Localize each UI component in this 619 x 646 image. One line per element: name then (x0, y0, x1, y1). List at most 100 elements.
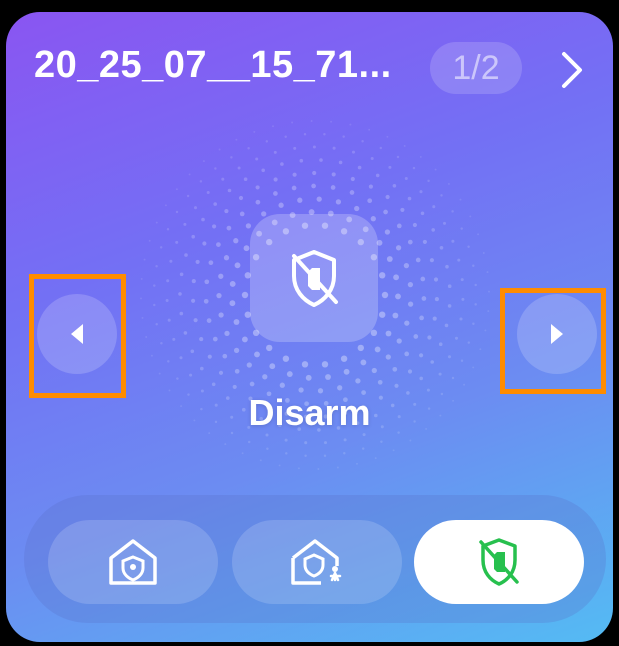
decor-dot (368, 128, 371, 131)
decor-dot (439, 246, 444, 250)
decor-dot (269, 363, 276, 370)
decor-dot (272, 125, 274, 128)
decor-dot (338, 160, 343, 165)
decor-dot (427, 179, 430, 183)
decor-dot (323, 441, 328, 445)
decor-dot (172, 337, 176, 341)
decor-dot (145, 336, 148, 338)
decor-dot (357, 344, 364, 352)
decor-dot (486, 271, 489, 274)
decor-dot (284, 438, 288, 442)
decor-dot (243, 177, 248, 181)
decor-dot (193, 318, 198, 323)
arm-stay-button[interactable] (232, 520, 402, 604)
decor-dot (421, 296, 427, 301)
decor-dot (337, 385, 343, 391)
decor-dot (218, 148, 221, 151)
decor-dot (241, 291, 249, 299)
decor-dot (379, 146, 383, 150)
decor-dot (310, 120, 313, 122)
decor-dot (239, 211, 245, 217)
decor-dot (379, 311, 386, 318)
decor-dot (216, 242, 221, 247)
chevron-right-icon[interactable] (556, 50, 586, 90)
decor-dot (229, 280, 236, 287)
decor-dot (284, 135, 287, 138)
highlight-box-left (29, 274, 126, 398)
decor-dot (297, 197, 303, 203)
decor-dot (438, 342, 443, 346)
decor-dot (460, 359, 464, 363)
decor-dot (188, 173, 191, 176)
decor-dot (474, 283, 477, 287)
decor-dot (477, 233, 480, 236)
decor-dot (381, 291, 389, 299)
decor-dot (255, 185, 260, 190)
arm-away-button[interactable] (48, 520, 218, 604)
disarm-button[interactable] (414, 520, 584, 604)
decor-dot (419, 190, 423, 194)
decor-dot (169, 259, 173, 263)
decor-dot (323, 133, 326, 136)
decor-dot (370, 329, 378, 336)
decor-dot (447, 182, 450, 185)
decor-dot (150, 354, 153, 357)
decor-dot (301, 361, 309, 368)
decor-dot (396, 338, 402, 344)
decor-dot (392, 366, 398, 372)
decor-dot (202, 241, 207, 246)
decor-dot (224, 443, 227, 446)
decor-dot (167, 360, 170, 363)
decor-dot (273, 150, 277, 154)
decor-dot (321, 361, 329, 368)
decor-dot (467, 245, 470, 249)
decor-dot (286, 371, 293, 378)
decor-dot (403, 262, 410, 269)
current-mode-tile (250, 214, 378, 342)
decor-dot (224, 330, 230, 337)
decor-dot (380, 440, 383, 443)
decor-dot (427, 335, 432, 340)
decor-dot (415, 257, 421, 263)
decor-dot (460, 278, 464, 282)
decor-dot (227, 188, 232, 193)
decor-dot (412, 222, 417, 228)
decor-dot (237, 166, 241, 170)
decor-dot (349, 190, 355, 195)
decor-dot (280, 162, 284, 166)
decor-dot (412, 166, 416, 170)
decor-dot (330, 185, 336, 190)
decor-dot (433, 277, 439, 282)
decor-dot (392, 184, 397, 188)
decor-dot (434, 168, 437, 171)
decor-dot (273, 191, 278, 196)
decor-dot (467, 341, 471, 344)
decor-dot (224, 209, 229, 214)
decor-dot (351, 150, 356, 154)
decor-dot (253, 130, 256, 133)
decor-dot (164, 204, 167, 207)
decor-dot (434, 297, 439, 302)
decor-dot (291, 185, 297, 191)
decor-dot (355, 378, 361, 384)
decor-dot (183, 331, 188, 335)
decor-dot (316, 196, 322, 202)
decor-dot (175, 210, 179, 214)
decor-dot (202, 160, 205, 163)
decor-dot (469, 215, 472, 218)
decor-dot (235, 138, 238, 141)
decor-dot (155, 265, 158, 268)
decor-dot (178, 292, 182, 296)
decor-dot (155, 323, 158, 326)
decor-dot (384, 229, 391, 235)
decor-dot (385, 354, 391, 360)
decor-dot (385, 330, 392, 337)
decor-dot (444, 323, 449, 328)
decor-dot (279, 382, 285, 388)
decor-dot (211, 382, 216, 387)
decor-dot (255, 199, 261, 205)
decor-dot (233, 238, 239, 244)
decor-dot (200, 366, 204, 371)
decor-dot (218, 273, 224, 279)
decor-dot (407, 369, 413, 374)
